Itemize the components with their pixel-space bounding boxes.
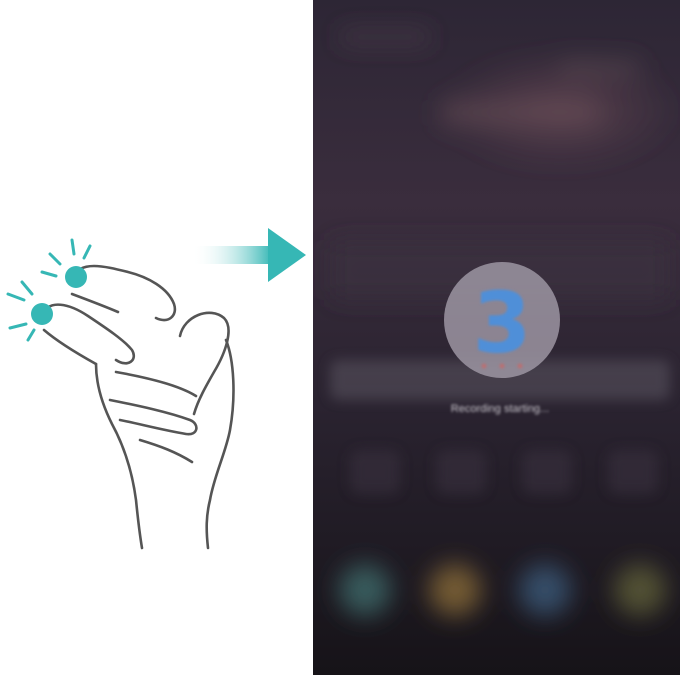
- tap-dot-upper: [65, 266, 87, 288]
- phone-screen: 3 Recording starting...: [313, 0, 680, 675]
- hand-gesture-icon: [40, 264, 235, 550]
- recording-status-text: Recording starting...: [451, 403, 549, 415]
- arrow-right-icon: [192, 228, 306, 282]
- countdown-digit: 3: [473, 274, 531, 372]
- tap-dot-lower: [31, 303, 53, 325]
- gesture-illustration: 3 Recording starting...: [6, 0, 680, 675]
- tap-impact-lines-icon: [6, 238, 92, 342]
